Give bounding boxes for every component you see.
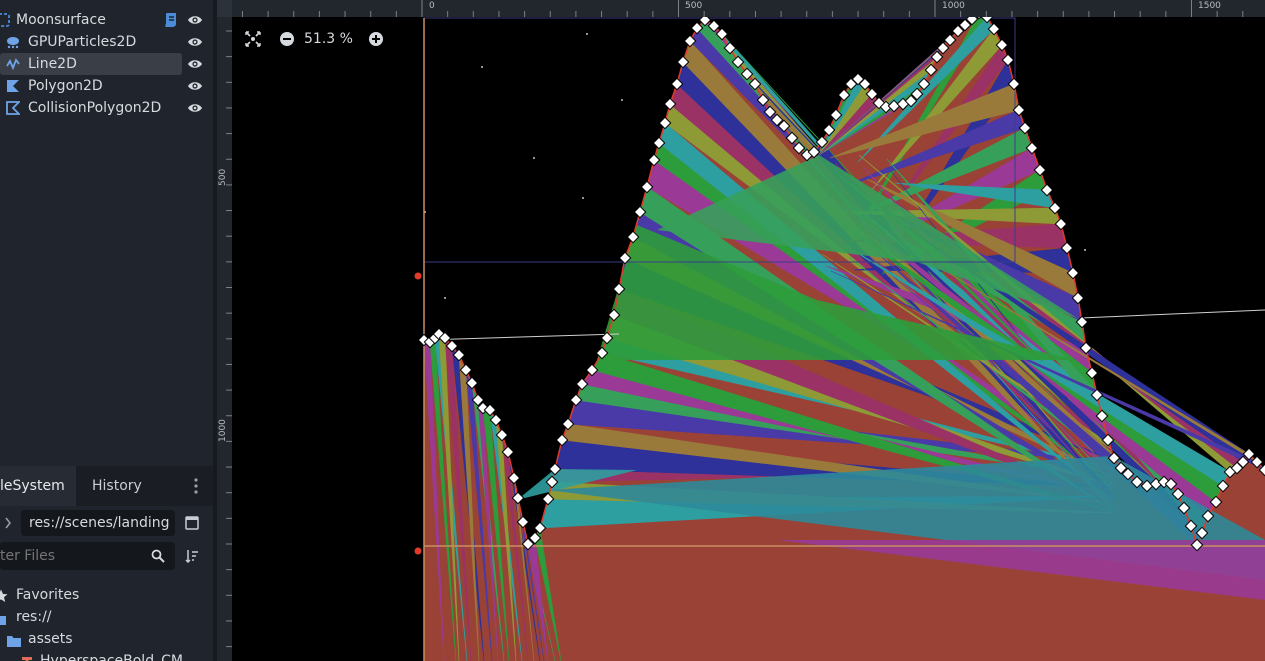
scene-node-label: Moonsurface <box>16 12 106 28</box>
node2d-icon <box>0 13 10 27</box>
file-list-label: HyperspaceBold_CM <box>40 653 183 661</box>
scene-node-label: CollisionPolygon2D <box>28 100 162 116</box>
hruler-label: 1500 <box>1198 1 1221 11</box>
scene-node-moonsurface[interactable]: Moonsurface <box>0 9 213 31</box>
scene-node-label: Line2D <box>28 56 77 72</box>
vruler-label: 500 <box>218 168 228 186</box>
visibility-eye-icon[interactable] <box>187 35 203 49</box>
kebab-menu-icon <box>194 478 198 494</box>
scene-node-polygon2d[interactable]: Polygon2D <box>0 75 213 97</box>
canvas-viewport[interactable]: 500 1000 0 500 1000 1500 51.3 % <box>217 0 1265 661</box>
godot-editor: Moonsurface GPUParticles2D Line2D Polygon2D… <box>0 0 1265 661</box>
pivot-handle-top[interactable] <box>414 272 422 280</box>
file-list-item[interactable]: HyperspaceBold_CM <box>0 650 213 661</box>
zoom-out-icon[interactable] <box>279 31 295 47</box>
line2d-segment-right <box>1080 309 1265 319</box>
font-file-icon <box>20 654 34 661</box>
line2d-icon <box>6 57 20 71</box>
hruler-label: 1000 <box>942 1 965 11</box>
star-particle <box>1084 249 1086 251</box>
star-particle <box>444 297 446 299</box>
forward-button[interactable] <box>0 512 16 534</box>
sort-icon[interactable] <box>185 549 199 563</box>
star-particle <box>586 33 588 35</box>
hruler-label: 500 <box>685 1 703 11</box>
star-particle <box>621 99 623 101</box>
line2d-segment-left <box>424 333 620 341</box>
hruler-label: 0 <box>429 1 435 11</box>
visibility-eye-icon[interactable] <box>187 57 203 71</box>
search-icon <box>151 549 165 563</box>
vruler-label: 1000 <box>218 419 228 442</box>
file-list-item[interactable]: assets <box>0 628 213 650</box>
center-view-icon[interactable] <box>244 30 262 48</box>
file-list-label: res:// <box>16 609 52 625</box>
dock-menu-button[interactable] <box>190 466 202 506</box>
scene-node-line2d[interactable]: Line2D <box>0 53 213 75</box>
tab-history[interactable]: History <box>92 466 142 506</box>
visibility-eye-icon[interactable] <box>187 13 203 27</box>
scene-node-label: Polygon2D <box>28 78 103 94</box>
zoom-level[interactable]: 51.3 % <box>304 31 368 47</box>
pivot-handle-bottom[interactable] <box>414 547 422 555</box>
scene-node-label: GPUParticles2D <box>28 34 137 50</box>
scene-node-gpuparticles2d[interactable]: GPUParticles2D <box>0 31 213 53</box>
script-icon[interactable] <box>164 12 178 28</box>
vertical-ruler[interactable]: 500 1000 <box>217 0 232 661</box>
file-list-item[interactable]: res:// <box>0 606 213 628</box>
visibility-eye-icon[interactable] <box>187 79 203 93</box>
vruler-ticks <box>226 30 232 648</box>
filesystem-dock: leSystem History res://scenes/landing Fa… <box>0 466 213 661</box>
split-layout-icon[interactable] <box>185 516 199 530</box>
filter-row <box>0 542 213 570</box>
star-particle <box>533 157 535 159</box>
zoom-in-icon[interactable] <box>368 31 384 47</box>
canvas-drawing <box>414 6 1265 661</box>
ruler-corner <box>217 0 232 17</box>
horizontal-ruler[interactable]: 0 500 1000 1500 <box>232 0 1265 17</box>
tab-filesystem[interactable]: leSystem <box>0 466 76 506</box>
zoom-controls: 51.3 % <box>244 30 384 48</box>
filter-files-input[interactable] <box>0 542 175 570</box>
scene-tree-dock: Moonsurface GPUParticles2D Line2D Polygon2D… <box>0 0 213 466</box>
scene-node-collisionpolygon2d[interactable]: CollisionPolygon2D <box>0 97 213 119</box>
star-particle <box>481 66 483 68</box>
visibility-eye-icon[interactable] <box>187 101 203 115</box>
chevron-right-icon <box>5 517 11 529</box>
file-list-label: Favorites <box>16 587 80 603</box>
file-list-item[interactable]: Favorites <box>0 584 213 606</box>
path-row: res://scenes/landing <box>0 508 213 538</box>
gpu-particles-icon <box>6 35 20 49</box>
dock-tabs: leSystem History <box>0 466 213 506</box>
file-list-label: assets <box>28 631 73 647</box>
polygon2d-icon <box>6 79 20 93</box>
collision-polygon-icon <box>6 101 20 115</box>
path-field[interactable]: res://scenes/landing <box>21 510 175 536</box>
hruler-ticks <box>241 0 1244 17</box>
star-particle <box>582 197 584 199</box>
